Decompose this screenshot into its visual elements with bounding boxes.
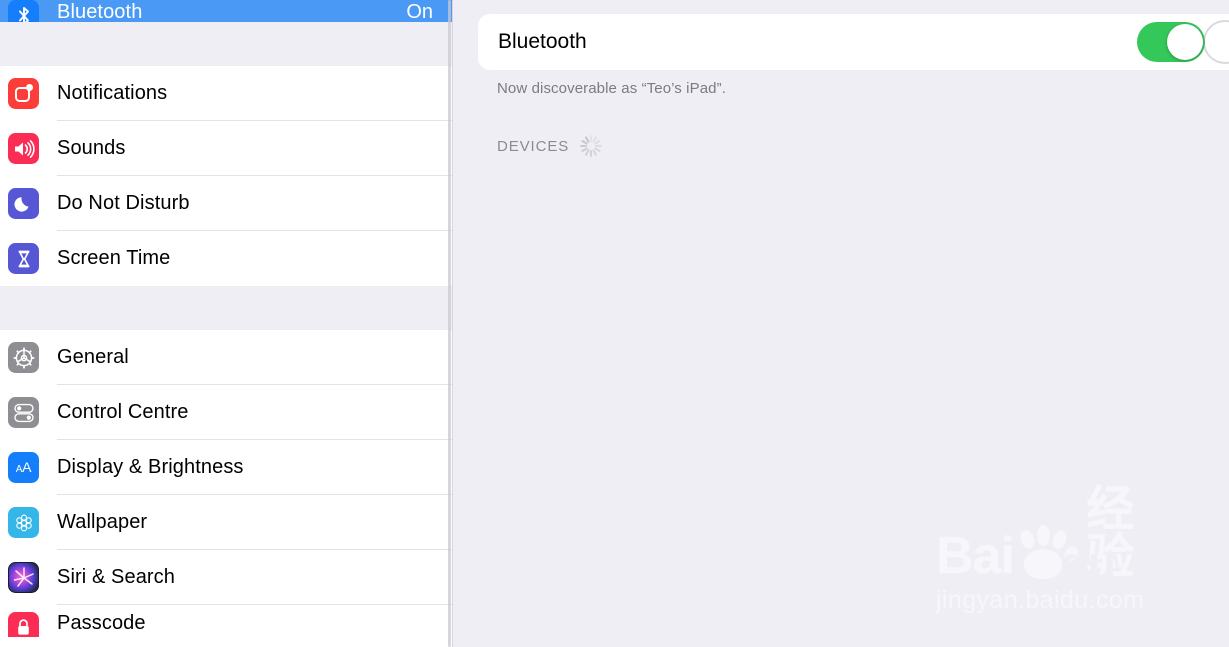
sidebar-group-system: General Control Centre AA Display & Brig…: [0, 330, 453, 637]
sidebar-item-screen-time[interactable]: Screen Time: [0, 231, 453, 286]
moon-icon: [8, 188, 39, 219]
bluetooth-title: Bluetooth: [498, 30, 587, 53]
devices-section-header: DEVICES: [497, 134, 603, 158]
spinner-tick: [594, 139, 602, 145]
flower-glyph: [15, 514, 32, 531]
sidebar-item-general[interactable]: General: [0, 330, 453, 385]
sidebar-item-passcode[interactable]: Passcode: [0, 605, 453, 637]
sidebar-group-alerts: Notifications Sounds Do Not Disturb Scre…: [0, 66, 453, 286]
sidebar-item-label: Sounds: [57, 137, 126, 159]
sidebar-item-label: Display & Brightness: [57, 456, 244, 478]
bluetooth-icon: [8, 0, 39, 22]
sidebar-item-wallpaper[interactable]: Wallpaper: [0, 495, 453, 550]
speaker-icon: [8, 133, 39, 164]
sidebar-item-value: On: [406, 1, 433, 22]
lock-glyph: [18, 619, 29, 635]
sidebar-group-connectivity: Bluetooth On: [0, 0, 453, 22]
settings-sidebar[interactable]: Bluetooth On Notifications Sounds Do Not…: [0, 0, 453, 647]
sidebar-item-notifications[interactable]: Notifications: [0, 66, 453, 121]
spinner-tick: [580, 145, 587, 147]
discoverable-status-text: Now discoverable as “Teo’s iPad”.: [497, 80, 726, 97]
ipad-settings-screen: Bluetooth On Notifications Sounds Do Not…: [0, 0, 1229, 647]
gear-icon: [8, 342, 39, 373]
sidebar-item-label: Notifications: [57, 82, 168, 104]
speaker-glyph: [14, 139, 35, 158]
sidebar-item-label: Wallpaper: [57, 511, 148, 533]
gear-glyph: [12, 346, 35, 369]
text-size-icon: AA: [8, 452, 39, 483]
toggles-glyph: [13, 403, 34, 422]
spinner-tick: [590, 150, 593, 157]
bluetooth-glyph: [18, 6, 29, 22]
cursor-ring-indicator: [1203, 20, 1229, 64]
toggles-icon: [8, 397, 39, 428]
sidebar-group-gap: [0, 286, 453, 330]
bluetooth-detail-panel: Bluetooth Now discoverable as “Teo’s iPa…: [453, 0, 1229, 647]
sidebar-item-label: Bluetooth: [57, 1, 143, 22]
devices-label: DEVICES: [497, 137, 570, 155]
sidebar-item-bluetooth[interactable]: Bluetooth On: [0, 0, 453, 22]
toggle-knob: [1167, 24, 1203, 60]
sidebar-group-gap: [0, 22, 453, 66]
text-size-glyph: AA: [15, 459, 32, 475]
siri-glyph: [13, 566, 34, 587]
sidebar-item-label: Passcode: [57, 612, 146, 634]
hourglass-glyph: [18, 250, 29, 267]
bluetooth-toggle-row[interactable]: Bluetooth: [478, 14, 1229, 70]
moon-glyph: [14, 197, 29, 212]
sidebar-item-sounds[interactable]: Sounds: [0, 121, 453, 176]
bluetooth-toggle-switch[interactable]: [1137, 22, 1205, 62]
lock-icon: [8, 612, 39, 637]
sidebar-item-siri-search[interactable]: Siri & Search: [0, 550, 453, 605]
sidebar-item-control-centre[interactable]: Control Centre: [0, 385, 453, 440]
sidebar-item-label: Screen Time: [57, 247, 171, 269]
spinner-tick: [595, 145, 603, 147]
sidebar-item-label: Control Centre: [57, 401, 189, 423]
sidebar-item-label: General: [57, 346, 129, 368]
sidebar-scrollbar[interactable]: [448, 0, 451, 647]
activity-spinner-icon: [579, 134, 603, 158]
flower-icon: [8, 507, 39, 538]
notifications-glyph-dot: [25, 83, 33, 91]
sidebar-item-label: Siri & Search: [57, 566, 176, 588]
hourglass-icon: [8, 243, 39, 274]
sidebar-item-label: Do Not Disturb: [57, 192, 190, 214]
sidebar-item-display-brightness[interactable]: AA Display & Brightness: [0, 440, 453, 495]
siri-icon: [8, 562, 39, 593]
notifications-icon: [8, 78, 39, 109]
sidebar-item-do-not-disturb[interactable]: Do Not Disturb: [0, 176, 453, 231]
